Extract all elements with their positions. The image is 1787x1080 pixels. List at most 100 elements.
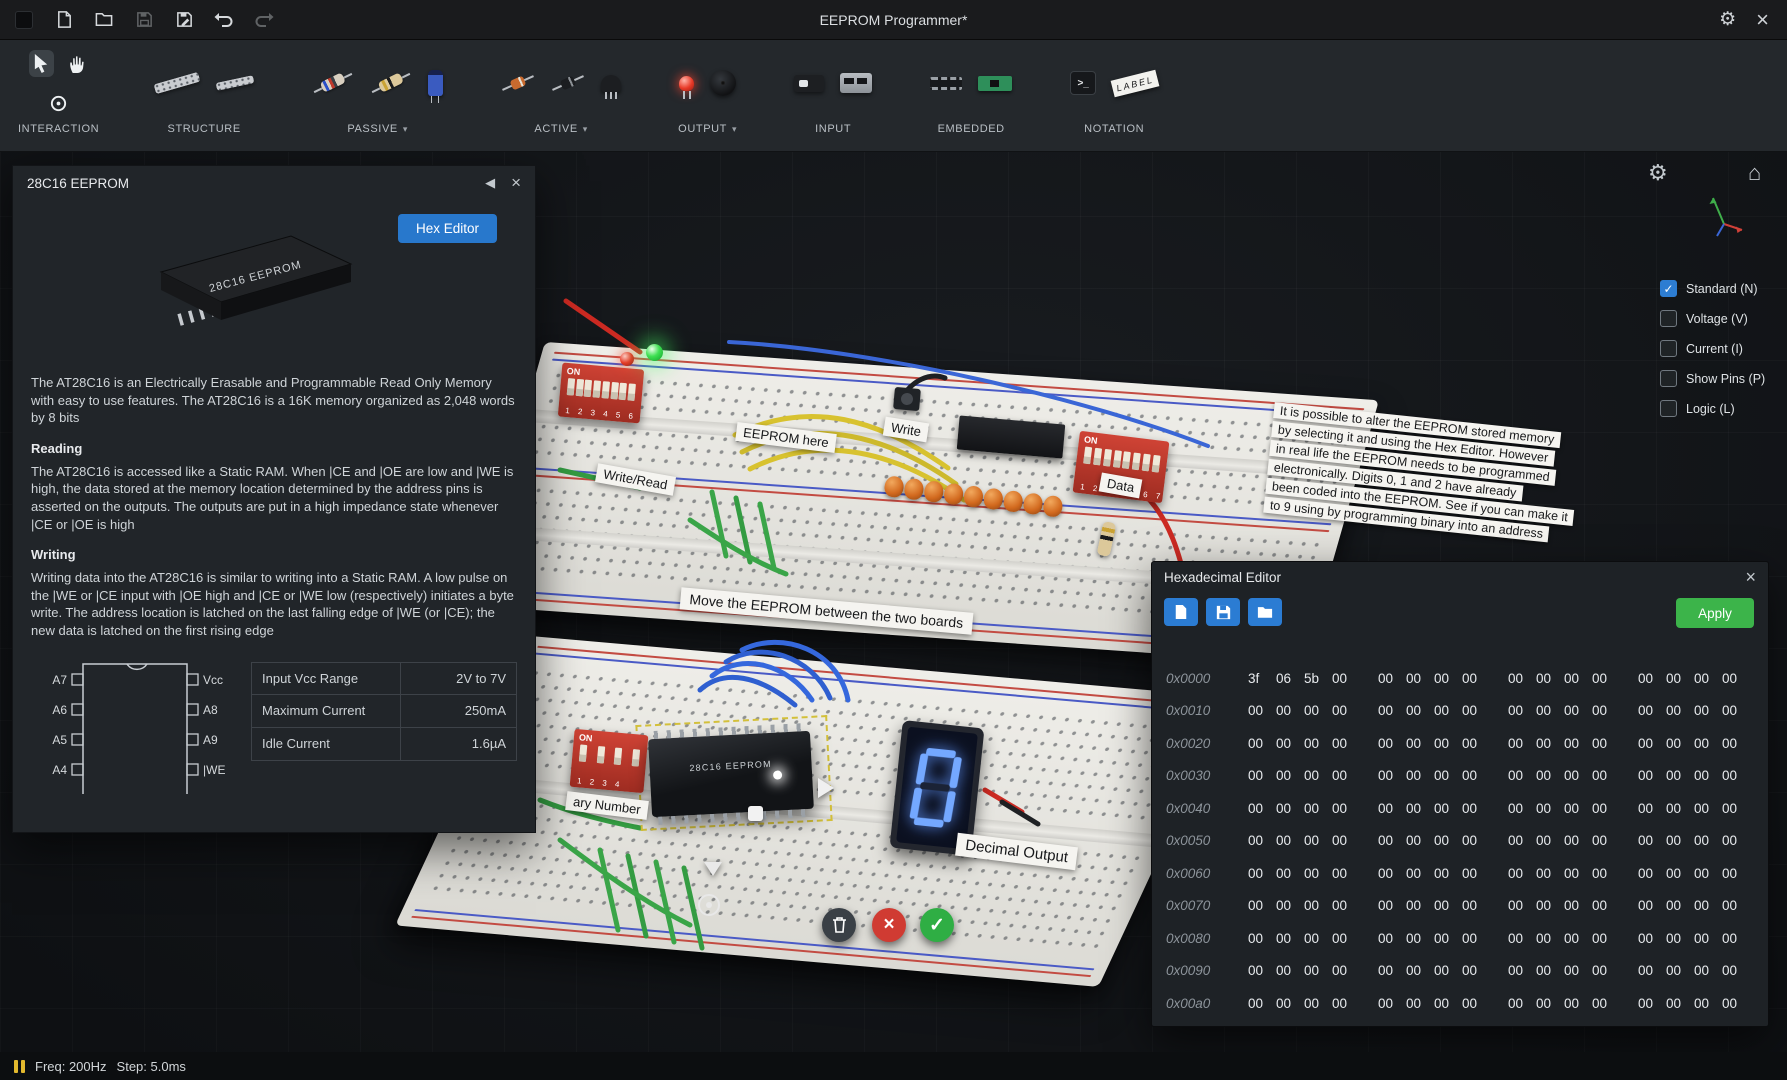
hex-byte[interactable]: 00 <box>1248 996 1276 1011</box>
close-window-icon[interactable]: × <box>1756 9 1769 31</box>
new-file-icon[interactable] <box>52 8 76 32</box>
view-option-voltage-v[interactable]: Voltage (V) <box>1660 310 1765 327</box>
checkbox-unchecked[interactable] <box>1660 370 1677 387</box>
hex-byte[interactable]: 00 <box>1248 963 1276 978</box>
hex-byte[interactable]: 00 <box>1406 833 1434 848</box>
axis-gizmo[interactable] <box>1700 190 1746 242</box>
hex-byte[interactable]: 00 <box>1638 768 1666 783</box>
close-panel-icon[interactable]: × <box>511 173 521 193</box>
hex-byte[interactable]: 00 <box>1276 768 1304 783</box>
hex-byte[interactable]: 00 <box>1434 866 1462 881</box>
hex-byte[interactable]: 00 <box>1248 768 1276 783</box>
hex-byte[interactable]: 00 <box>1508 671 1536 686</box>
toolbar-dropdown-passive[interactable]: PASSIVE ▾ <box>347 123 408 135</box>
hex-byte[interactable]: 00 <box>1462 898 1490 913</box>
hex-byte[interactable]: 00 <box>1666 963 1694 978</box>
hex-byte[interactable]: 00 <box>1638 801 1666 816</box>
hex-byte[interactable]: 00 <box>1304 703 1332 718</box>
hex-byte[interactable]: 00 <box>1564 671 1592 686</box>
hex-byte[interactable]: 00 <box>1378 801 1406 816</box>
hex-byte[interactable]: 00 <box>1462 736 1490 751</box>
hex-byte[interactable]: 00 <box>1434 801 1462 816</box>
hex-byte[interactable]: 00 <box>1276 866 1304 881</box>
hex-byte[interactable]: 00 <box>1304 996 1332 1011</box>
hex-byte[interactable]: 00 <box>1378 996 1406 1011</box>
hex-byte[interactable]: 00 <box>1564 768 1592 783</box>
hex-byte[interactable]: 00 <box>1304 931 1332 946</box>
hex-byte[interactable]: 00 <box>1536 898 1564 913</box>
close-hex-editor-icon[interactable]: × <box>1745 567 1756 588</box>
rotate-tool[interactable] <box>46 91 71 116</box>
hex-editor-button[interactable]: Hex Editor <box>398 214 497 243</box>
hex-byte[interactable]: 00 <box>1592 768 1620 783</box>
apply-button[interactable]: Apply <box>1676 598 1754 628</box>
breadboard-small-tool[interactable] <box>213 76 257 90</box>
hex-byte[interactable]: 00 <box>1378 768 1406 783</box>
dip-levers[interactable] <box>1083 446 1161 472</box>
hex-byte[interactable]: 00 <box>1694 963 1722 978</box>
hex-byte[interactable]: 00 <box>1592 963 1620 978</box>
hex-byte[interactable]: 00 <box>1592 898 1620 913</box>
hex-byte[interactable]: 00 <box>1276 931 1304 946</box>
hex-byte[interactable]: 00 <box>1592 833 1620 848</box>
hex-byte[interactable]: 00 <box>1378 931 1406 946</box>
hex-byte[interactable]: 00 <box>1304 801 1332 816</box>
open-file-icon[interactable] <box>92 8 116 32</box>
hex-byte[interactable]: 00 <box>1508 736 1536 751</box>
hex-byte[interactable]: 06 <box>1276 671 1304 686</box>
hex-byte[interactable]: 00 <box>1564 996 1592 1011</box>
hex-byte[interactable]: 00 <box>1592 866 1620 881</box>
eeprom-chip[interactable]: 28C16 EEPROM <box>648 731 814 817</box>
hex-byte[interactable]: 00 <box>1536 703 1564 718</box>
hex-byte[interactable]: 00 <box>1378 671 1406 686</box>
diode2-tool[interactable] <box>548 73 588 93</box>
hex-byte[interactable]: 00 <box>1434 703 1462 718</box>
hex-byte[interactable]: 00 <box>1406 963 1434 978</box>
hex-byte[interactable]: 00 <box>1378 963 1406 978</box>
play-arrow-icon[interactable] <box>818 778 834 798</box>
hex-byte[interactable]: 00 <box>1722 996 1750 1011</box>
hex-byte[interactable]: 00 <box>1434 736 1462 751</box>
hex-byte[interactable]: 00 <box>1276 703 1304 718</box>
hex-byte[interactable]: 00 <box>1536 833 1564 848</box>
hex-byte[interactable]: 00 <box>1722 671 1750 686</box>
hex-byte[interactable]: 00 <box>1434 931 1462 946</box>
transistor-tool[interactable] <box>598 72 624 95</box>
collapse-panel-icon[interactable]: ◀ <box>485 175 495 191</box>
checkbox-unchecked[interactable] <box>1660 400 1677 417</box>
hex-byte[interactable]: 00 <box>1248 736 1276 751</box>
hex-byte[interactable]: 00 <box>1304 833 1332 848</box>
hex-byte[interactable]: 00 <box>1694 736 1722 751</box>
hex-byte[interactable]: 00 <box>1536 931 1564 946</box>
hex-byte[interactable]: 00 <box>1406 736 1434 751</box>
hex-byte[interactable]: 00 <box>1406 866 1434 881</box>
view-option-current-i[interactable]: Current (I) <box>1660 340 1765 357</box>
hex-byte[interactable]: 00 <box>1332 703 1360 718</box>
push-button[interactable] <box>893 387 921 411</box>
hex-byte[interactable]: 00 <box>1536 801 1564 816</box>
hex-byte[interactable]: 00 <box>1694 996 1722 1011</box>
toolbar-dropdown-output[interactable]: OUTPUT ▾ <box>678 123 737 135</box>
hex-byte[interactable]: 00 <box>1694 931 1722 946</box>
label-tool[interactable]: LABEL <box>1109 72 1161 95</box>
pan-hand-tool[interactable] <box>64 50 89 77</box>
resistor-tool[interactable] <box>309 70 357 96</box>
hex-byte[interactable]: 00 <box>1276 963 1304 978</box>
hex-byte[interactable]: 00 <box>1304 768 1332 783</box>
select-cursor-tool[interactable] <box>29 50 54 77</box>
terminal-tool[interactable]: >_ <box>1067 68 1099 98</box>
hex-byte[interactable]: 00 <box>1722 801 1750 816</box>
hex-byte[interactable]: 00 <box>1722 768 1750 783</box>
hex-byte[interactable]: 00 <box>1248 801 1276 816</box>
checkbox-unchecked[interactable] <box>1660 340 1677 357</box>
hex-byte[interactable]: 00 <box>1406 996 1434 1011</box>
hex-byte[interactable]: 00 <box>1564 963 1592 978</box>
buzzer-tool[interactable] <box>707 67 739 99</box>
settings-gear-icon[interactable]: ⚙ <box>1719 10 1736 29</box>
hex-byte[interactable]: 00 <box>1434 898 1462 913</box>
hex-byte[interactable]: 00 <box>1638 671 1666 686</box>
hex-byte[interactable]: 00 <box>1694 703 1722 718</box>
hex-byte[interactable]: 00 <box>1508 931 1536 946</box>
power-supply-tool[interactable] <box>837 70 875 96</box>
view-option-logic-l[interactable]: Logic (L) <box>1660 400 1765 417</box>
